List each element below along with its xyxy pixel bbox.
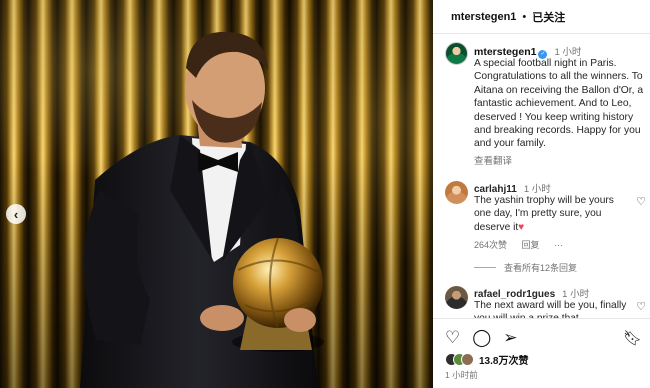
comment-header: rafael_rodr1gues 1 小时 <box>474 286 589 300</box>
heart-outline-icon[interactable]: ♡ <box>445 329 460 346</box>
likes-count: 13.8万次赞 <box>479 356 529 367</box>
comment-meta: 264次赞 回复 ··· <box>474 238 575 251</box>
paper-plane-icon[interactable]: ➢ <box>503 329 517 346</box>
avatar <box>461 353 474 366</box>
caption-text: A special football night in Paris. Congr… <box>474 58 644 150</box>
bookmark-icon[interactable]: 🔖︎ <box>623 329 642 347</box>
header-username[interactable]: mterstegen1 <box>451 11 516 23</box>
chevron-left-icon: ‹ <box>13 206 19 222</box>
avatar[interactable] <box>445 181 468 204</box>
avatar[interactable] <box>445 42 468 65</box>
post-actions-bar: ♡ ◯ ➢ 🔖︎ 13.8万次赞 1 小时前 <box>433 318 650 388</box>
comment-bubble-icon[interactable]: ◯ <box>472 329 491 346</box>
header-separator: • <box>522 10 527 23</box>
post-side-panel: mterstegen1 • 已关注 mterstegen1 ✓ 1 小时 A spe… <box>433 0 650 388</box>
action-icons: ♡ ◯ ➢ <box>445 329 518 346</box>
likes-summary[interactable]: 13.8万次赞 <box>445 352 528 367</box>
red-heart-emoji: ♥ <box>518 221 525 233</box>
comment-header: carlahj11 1 小时 <box>474 181 551 195</box>
previous-image-button[interactable]: ‹ <box>6 204 26 224</box>
post-photo: ‹ <box>0 0 433 388</box>
comment-likes-count[interactable]: 264次赞 <box>474 240 507 250</box>
post-timestamp: 1 小时前 <box>445 370 478 380</box>
avatar[interactable] <box>445 286 468 309</box>
follow-status-button[interactable]: 已关注 <box>532 9 565 25</box>
view-all-replies-link[interactable]: 查看所有12条回复 <box>474 261 577 274</box>
comment-like-heart-icon[interactable]: ♡ <box>636 195 646 208</box>
hand-right <box>284 308 316 332</box>
caption-translate-link[interactable]: 查看翻译 <box>474 153 512 167</box>
post-header: mterstegen1 • 已关注 <box>433 0 650 34</box>
comment-like-heart-icon[interactable]: ♡ <box>636 300 646 313</box>
hand-left <box>200 305 244 331</box>
photo-illustration <box>80 31 324 388</box>
comment-more-options-icon[interactable]: ··· <box>554 240 563 250</box>
comment-reply-button[interactable]: 回复 <box>522 240 540 250</box>
comment-text: The yashin trophy will be yours one day,… <box>474 195 614 233</box>
